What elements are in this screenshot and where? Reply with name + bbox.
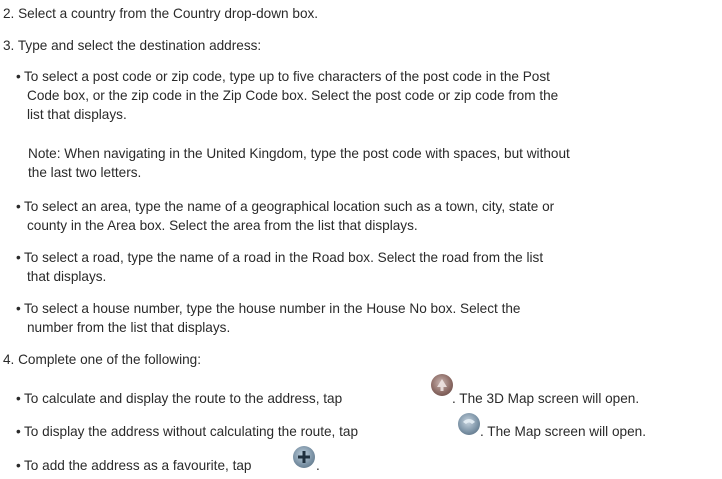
step-3: 3. Type and select the destination addre… — [3, 38, 262, 53]
add-favourite-suffix: . — [316, 458, 320, 473]
bullet-house-line-1: To select a house number, type the house… — [24, 301, 521, 316]
bullet-house-line-2: number from the list that displays. — [27, 320, 231, 335]
calculate-route-suffix: . The 3D Map screen will open. — [452, 391, 640, 406]
display-address-suffix: . The Map screen will open. — [480, 424, 646, 439]
bullet-postcode-line-2: Code box, or the zip code in the Zip Cod… — [27, 88, 559, 103]
bullet-dot: • — [16, 199, 21, 214]
bullet-dot: • — [16, 301, 21, 316]
bullet-area-line-1: To select an area, type the name of a ge… — [24, 199, 555, 214]
navigate-go-icon — [431, 374, 453, 396]
bullet-road-line-1: To select a road, type the name of a roa… — [24, 250, 544, 265]
note-line-2: the last two letters. — [28, 165, 142, 180]
step-4: 4. Complete one of the following: — [3, 352, 201, 367]
add-favourite-icon — [293, 446, 315, 468]
step-2: 2. Select a country from the Country dro… — [3, 6, 319, 21]
bullet-postcode: • To select a post code or zip code, typ… — [16, 67, 716, 124]
note-line-1: Note: When navigating in the United King… — [28, 146, 570, 161]
bullet-dot: • — [16, 424, 21, 439]
bullet-area-line-2: county in the Area box. Select the area … — [27, 218, 418, 233]
bullet-house: • To select a house number, type the hou… — [16, 299, 716, 337]
bullet-dot: • — [16, 250, 21, 265]
bullet-add-favourite-text: To add the address as a favourite, tap — [24, 458, 252, 473]
map-view-icon — [458, 413, 480, 435]
bullet-dot: • — [16, 458, 21, 473]
bullet-road: • To select a road, type the name of a r… — [16, 248, 716, 286]
bullet-postcode-line-1: To select a post code or zip code, type … — [24, 69, 550, 84]
bullet-add-favourite: • To add the address as a favourite, tap — [16, 456, 716, 475]
note-uk: Note: When navigating in the United King… — [28, 144, 718, 182]
bullet-postcode-line-3: list that displays. — [27, 107, 127, 122]
bullet-area: • To select an area, type the name of a … — [16, 197, 716, 235]
bullet-road-line-2: that displays. — [27, 269, 107, 284]
bullet-dot: • — [16, 69, 21, 84]
bullet-dot: • — [16, 391, 21, 406]
